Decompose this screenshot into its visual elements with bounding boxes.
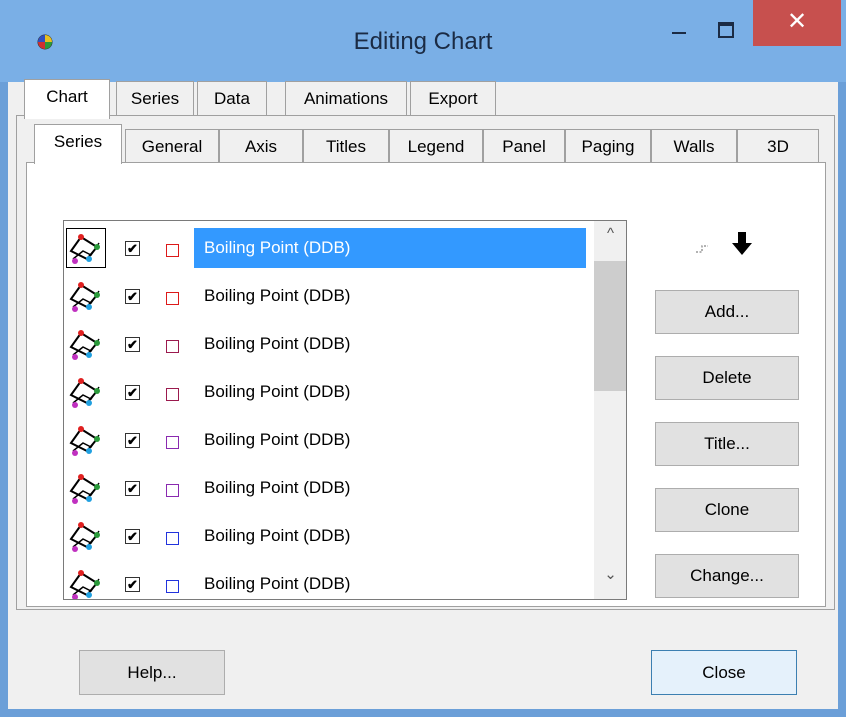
title-bar[interactable]: Editing Chart ✕ <box>0 0 846 82</box>
tab-export-label: Export <box>428 89 478 108</box>
series-visible-checkbox[interactable]: ✔ <box>125 433 140 448</box>
series-color-swatch[interactable] <box>166 388 179 401</box>
series-visible-checkbox[interactable]: ✔ <box>125 529 140 544</box>
tab-data[interactable]: Data <box>197 81 267 116</box>
line-series-icon <box>67 421 105 459</box>
series-color-swatch[interactable] <box>166 292 179 305</box>
tab-walls-label: Walls <box>673 137 715 156</box>
tab-legend[interactable]: Legend <box>389 129 483 164</box>
series-color-swatch[interactable] <box>166 436 179 449</box>
add-button[interactable]: Add... <box>655 290 799 334</box>
line-series-icon <box>67 517 105 555</box>
tab-legend-label: Legend <box>407 137 465 156</box>
tab-general[interactable]: General <box>125 129 219 164</box>
series-row[interactable]: ✔ Boiling Point (DDB) <box>64 321 594 367</box>
tab-3d-label: 3D <box>767 137 789 156</box>
line-series-icon <box>67 277 105 315</box>
series-title: Boiling Point (DDB) <box>204 334 351 353</box>
list-scrollbar[interactable]: ^ ⌄ <box>594 221 626 599</box>
move-up-icon[interactable] <box>692 236 714 258</box>
clone-button-label: Clone <box>704 500 750 519</box>
scroll-thumb[interactable] <box>594 261 626 391</box>
tab-titles[interactable]: Titles <box>303 129 389 164</box>
close-button[interactable]: Close <box>651 650 797 695</box>
move-down-icon[interactable] <box>730 230 754 258</box>
series-title: Boiling Point (DDB) <box>204 526 351 545</box>
series-title: Boiling Point (DDB) <box>194 228 586 268</box>
series-title: Boiling Point (DDB) <box>204 574 351 593</box>
series-title: Boiling Point (DDB) <box>204 382 351 401</box>
editing-chart-window: Editing Chart ✕ Chart Series Data Animat… <box>0 0 846 717</box>
tab-series-top[interactable]: Series <box>116 81 194 116</box>
series-row[interactable]: ✔ Boiling Point (DDB) <box>64 369 594 415</box>
series-visible-checkbox[interactable]: ✔ <box>125 337 140 352</box>
tab-axis-label: Axis <box>244 137 278 156</box>
line-series-icon <box>66 228 106 268</box>
series-row[interactable]: ✔ Boiling Point (DDB) <box>64 465 594 511</box>
line-series-icon <box>67 373 105 411</box>
series-color-swatch[interactable] <box>166 484 179 497</box>
tab-axis[interactable]: Axis <box>219 129 303 164</box>
series-color-swatch[interactable] <box>166 340 179 353</box>
line-series-icon <box>67 325 105 363</box>
series-color-swatch[interactable] <box>166 244 179 257</box>
series-color-swatch[interactable] <box>166 532 179 545</box>
change-button-label: Change... <box>690 566 764 585</box>
series-visible-checkbox[interactable]: ✔ <box>125 481 140 496</box>
series-visible-checkbox[interactable]: ✔ <box>125 241 140 256</box>
delete-button-label: Delete <box>702 368 752 387</box>
close-button-label: Close <box>702 663 746 682</box>
series-row[interactable]: ✔ Boiling Point (DDB) <box>64 417 594 463</box>
tab-chart[interactable]: Chart <box>24 79 110 119</box>
maximize-button[interactable] <box>704 0 746 44</box>
tab-panel[interactable]: Panel <box>483 129 565 164</box>
series-listbox[interactable]: ✔ Boiling Point (DDB) ✔ Boiling Point (DDB)… <box>63 220 627 600</box>
series-visible-checkbox[interactable]: ✔ <box>125 385 140 400</box>
tab-paging-label: Paging <box>581 137 635 156</box>
series-visible-checkbox[interactable]: ✔ <box>125 289 140 304</box>
scroll-down-arrow-icon[interactable]: ⌄ <box>594 565 626 595</box>
scroll-up-arrow-icon[interactable]: ^ <box>594 225 626 255</box>
series-row[interactable]: ✔ Boiling Point (DDB) <box>64 561 594 599</box>
tab-animations[interactable]: Animations <box>285 81 407 116</box>
tab-export[interactable]: Export <box>410 81 496 116</box>
tab-general-label: General <box>141 137 203 156</box>
help-button-label: Help... <box>127 663 177 682</box>
series-row[interactable]: ✔ Boiling Point (DDB) <box>64 513 594 559</box>
close-icon: ✕ <box>786 8 808 35</box>
tab-chart-label: Chart <box>46 87 88 106</box>
series-title: Boiling Point (DDB) <box>204 286 351 305</box>
tab-series[interactable]: Series <box>34 124 122 164</box>
series-row[interactable]: ✔ Boiling Point (DDB) <box>64 225 594 271</box>
tab-panel-label: Panel <box>502 137 546 156</box>
help-button[interactable]: Help... <box>79 650 225 695</box>
series-title: Boiling Point (DDB) <box>204 430 351 449</box>
tab-paging[interactable]: Paging <box>565 129 651 164</box>
series-title: Boiling Point (DDB) <box>204 478 351 497</box>
clone-button[interactable]: Clone <box>655 488 799 532</box>
change-button[interactable]: Change... <box>655 554 799 598</box>
tab-animations-label: Animations <box>303 89 389 108</box>
tab-3d[interactable]: 3D <box>737 129 819 164</box>
tab-series-top-label: Series <box>130 89 180 108</box>
line-series-icon <box>67 469 105 507</box>
tab-titles-label: Titles <box>326 137 366 156</box>
tab-data-label: Data <box>214 89 250 108</box>
delete-button[interactable]: Delete <box>655 356 799 400</box>
tab-walls[interactable]: Walls <box>651 129 737 164</box>
line-series-icon <box>67 565 105 599</box>
window-close-button[interactable]: ✕ <box>753 0 841 46</box>
minimize-button[interactable] <box>658 0 700 44</box>
series-color-swatch[interactable] <box>166 580 179 593</box>
add-button-label: Add... <box>704 302 750 321</box>
title-button-label: Title... <box>704 434 750 453</box>
series-visible-checkbox[interactable]: ✔ <box>125 577 140 592</box>
tab-series-label: Series <box>53 132 103 151</box>
series-row[interactable]: ✔ Boiling Point (DDB) <box>64 273 594 319</box>
title-button[interactable]: Title... <box>655 422 799 466</box>
